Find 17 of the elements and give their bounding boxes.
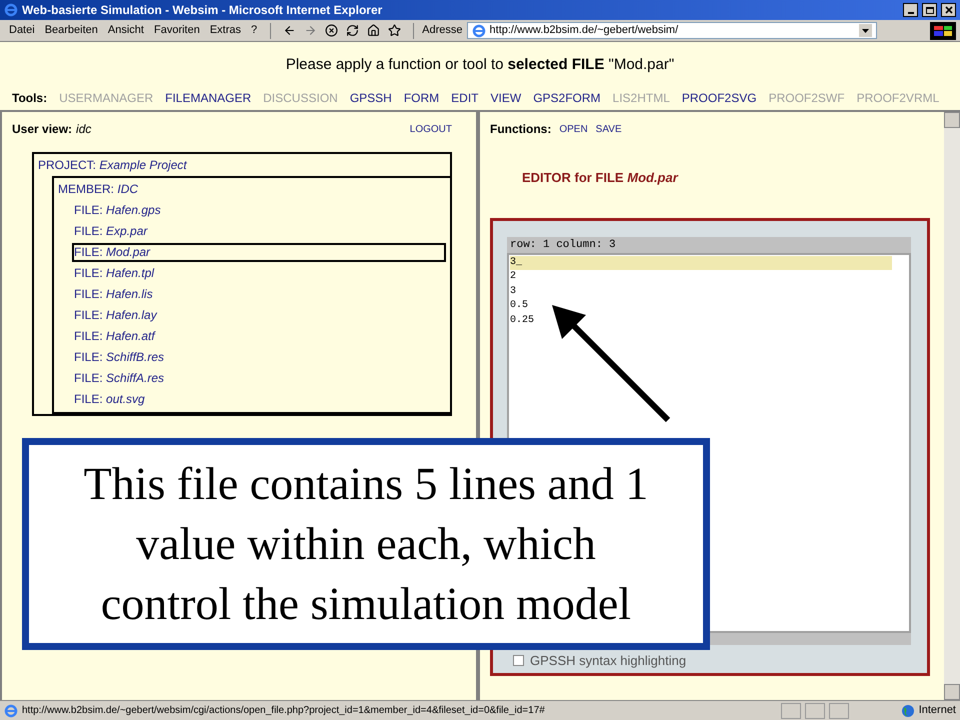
user-view-label: User view: <box>12 121 72 138</box>
zone-label: Internet <box>918 703 956 718</box>
window-title: Web-basierte Simulation - Websim - Microsoft Internet Explorer <box>22 2 384 19</box>
code-line: 0.5 <box>510 299 530 313</box>
callout-text: This file contains 5 lines and 1 value within each, which control the simulation model <box>82 457 650 631</box>
tools-label: Tools: <box>12 90 48 106</box>
user-view-value: idc <box>76 121 92 138</box>
code-line: 0.25 <box>510 314 536 328</box>
header-message: Please apply a function or tool to selected FILE "Mod.par" <box>284 55 676 75</box>
address-label: Adresse <box>422 23 463 38</box>
code-line: 2 <box>510 270 518 284</box>
functions-label: Functions: <box>490 121 552 138</box>
status-url: http://www.b2bsim.de/~gebert/websim/cgi/actions/open_file.php?project_id=1&member_id=4&fileset_id=0&file_id=17# <box>22 704 545 718</box>
editor-title: EDITOR for FILE Mod.par <box>522 169 680 187</box>
editor-status: row: 1 column: 3 <box>507 236 911 252</box>
code-line: 3 <box>510 284 518 298</box>
checkbox-label: GPSSH syntax highlighting <box>530 652 686 670</box>
